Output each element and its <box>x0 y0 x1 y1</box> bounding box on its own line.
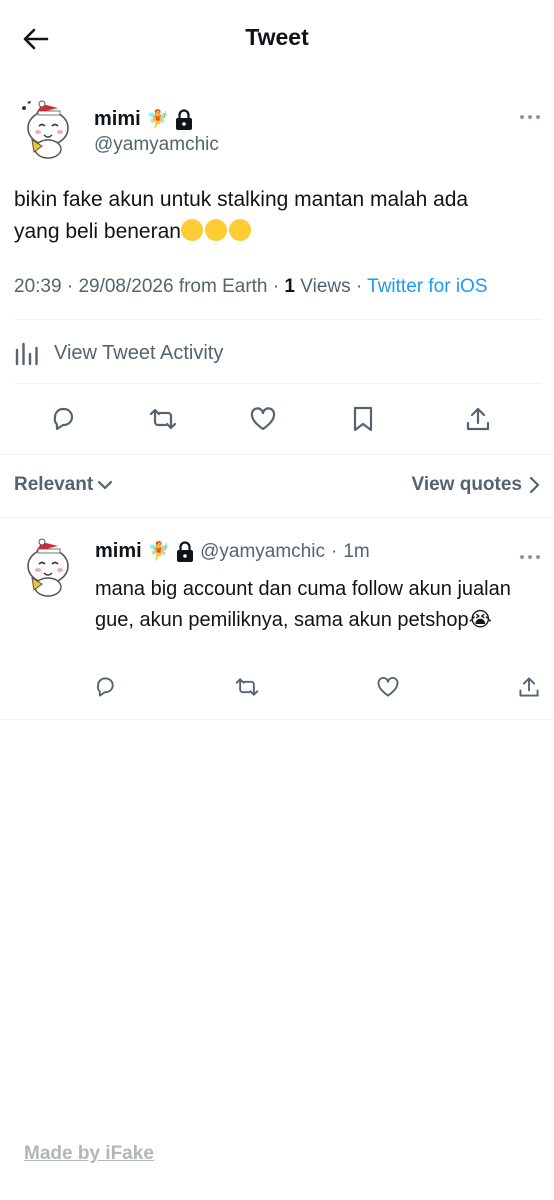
melting-face-emoji <box>204 219 227 241</box>
activity-label: View Tweet Activity <box>54 341 224 364</box>
reply-action-bar <box>90 672 544 702</box>
like-button[interactable] <box>246 400 280 438</box>
top-bar: Tweet <box>0 0 554 76</box>
reply-text: mana big account dan cuma follow akun ju… <box>95 574 524 635</box>
heart-icon <box>377 676 399 697</box>
reply-text-body: mana big account dan cuma follow akun ju… <box>95 578 511 631</box>
retweet-icon <box>235 678 259 696</box>
tweet-location: from Earth <box>178 276 268 297</box>
reply-tweet[interactable]: mimi 🧚 @yamyamchic · 1m mana big account… <box>0 534 554 718</box>
more-dot-icon <box>536 115 540 119</box>
retweet-icon <box>149 408 177 430</box>
reply-button[interactable] <box>46 400 80 438</box>
retweet-button[interactable] <box>146 400 180 438</box>
relevant-label: Relevant <box>14 474 94 495</box>
more-dot-icon <box>520 115 524 119</box>
reply-display-name[interactable]: mimi <box>95 540 142 563</box>
view-quotes-link[interactable]: View quotes <box>411 474 540 496</box>
reply-retweet-button[interactable] <box>232 672 262 702</box>
avatar[interactable] <box>14 96 80 162</box>
avatar[interactable] <box>14 534 80 600</box>
views-count: 1 <box>284 276 295 297</box>
page-title: Tweet <box>245 24 309 50</box>
bookmark-button[interactable] <box>346 400 380 438</box>
separator: · <box>330 540 338 562</box>
more-options-button[interactable] <box>512 110 540 124</box>
lock-icon <box>177 540 194 562</box>
tweet-action-bar <box>14 400 540 438</box>
replies-filter-row: Relevant View quotes <box>14 472 540 502</box>
more-dot-icon <box>520 555 524 559</box>
bar-chart-icon <box>15 342 38 366</box>
divider <box>14 319 540 320</box>
divider <box>0 719 554 720</box>
bookmark-icon <box>353 406 373 432</box>
share-icon <box>519 677 539 697</box>
reply-icon <box>53 407 74 431</box>
reply-time: 1m <box>343 540 370 562</box>
view-tweet-activity[interactable]: View Tweet Activity <box>14 336 540 370</box>
share-button[interactable] <box>461 400 495 438</box>
share-icon <box>466 407 490 431</box>
more-dot-icon <box>528 115 532 119</box>
tweet-date: 29/08/2026 <box>78 276 174 297</box>
author-handle[interactable]: @yamyamchic <box>94 134 219 156</box>
reply-handle[interactable]: @yamyamchic <box>200 541 325 563</box>
tweet-time: 20:39 <box>14 276 62 297</box>
divider <box>0 454 554 455</box>
reply-like-button[interactable] <box>373 672 403 702</box>
crying-face-emoji: 😭 <box>468 607 492 631</box>
tweet-source[interactable]: Twitter for iOS <box>367 276 487 297</box>
made-by-ifake-watermark: Made by iFake <box>24 1143 154 1164</box>
reply-icon <box>97 677 114 697</box>
views-label: Views <box>300 276 351 297</box>
divider <box>0 517 554 518</box>
chevron-right-icon <box>529 476 540 494</box>
reply-more-button[interactable] <box>512 550 540 564</box>
tweet-text: bikin fake akun untuk stalking mantan ma… <box>14 184 534 248</box>
reply-header: mimi 🧚 @yamyamchic · 1m <box>95 540 370 563</box>
reply-reply-button[interactable] <box>90 672 120 702</box>
reply-share-button[interactable] <box>514 672 544 702</box>
heart-icon <box>250 407 276 431</box>
display-name[interactable]: mimi <box>94 108 141 131</box>
chevron-down-icon <box>98 480 113 490</box>
fairy-emoji: 🧚 <box>147 541 171 562</box>
fairy-emoji: 🧚 <box>146 109 170 130</box>
tweet-text-line1: bikin fake akun untuk stalking mantan ma… <box>14 188 469 211</box>
view-quotes-label: View quotes <box>411 474 522 495</box>
author-name-row: mimi 🧚 <box>94 108 193 131</box>
divider <box>14 383 540 384</box>
tweet-author: mimi 🧚 @yamyamchic <box>14 96 540 172</box>
tweet-text-line2: yang beli beneran <box>14 220 181 243</box>
more-dot-icon <box>528 555 532 559</box>
relevant-dropdown[interactable]: Relevant <box>14 474 113 496</box>
melting-face-emoji <box>228 219 251 241</box>
lock-icon <box>176 108 193 130</box>
melting-face-emoji <box>180 219 203 241</box>
tweet-meta: 20:39 · 29/08/2026 from Earth · 1 Views … <box>14 276 488 297</box>
more-dot-icon <box>536 555 540 559</box>
